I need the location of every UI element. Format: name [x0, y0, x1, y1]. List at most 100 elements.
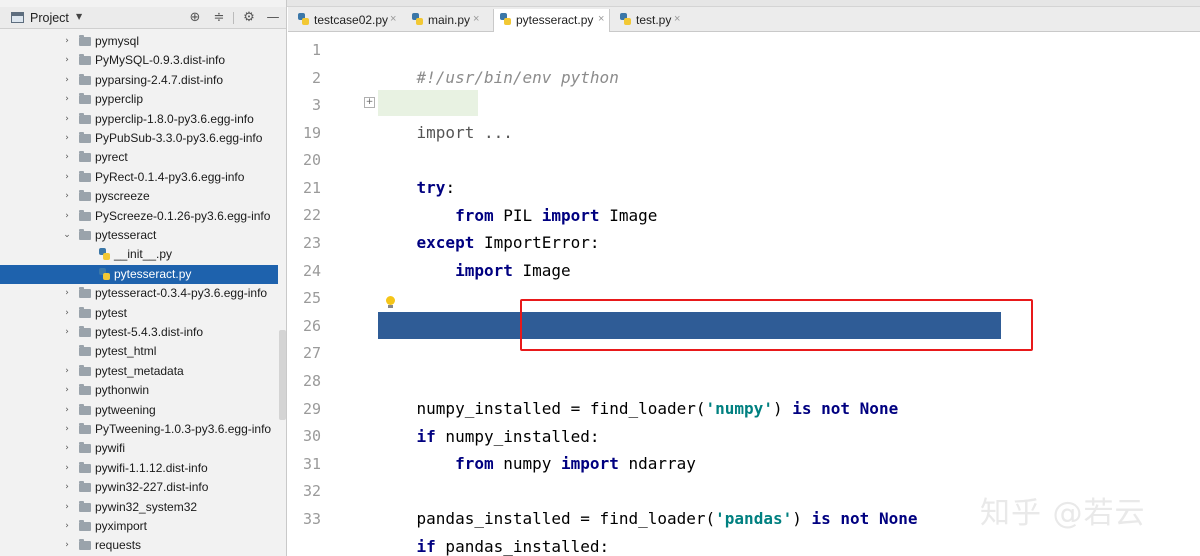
tree-item[interactable]: › pytest-5.4.3.dist-info	[0, 323, 286, 342]
code-line-3[interactable]: import ...	[378, 91, 513, 142]
tree-item-label: pyrect	[95, 150, 128, 164]
code-line-21[interactable]: from PIL import Image	[378, 174, 657, 225]
tree-item-label: pytesseract.py	[114, 267, 192, 281]
chevron-right-icon[interactable]: ›	[62, 75, 72, 85]
tab-test[interactable]: test.py ×	[614, 9, 688, 31]
tree-item[interactable]: › PyRect-0.1.4-py3.6.egg-info	[0, 168, 286, 187]
code-line-20[interactable]: try:	[378, 146, 456, 197]
chevron-right-icon[interactable]: ›	[62, 482, 72, 492]
chevron-right-icon[interactable]: ›	[62, 443, 72, 453]
tree-item[interactable]: __init__.py	[0, 245, 286, 264]
minimize-icon[interactable]: —	[265, 10, 281, 26]
chevron-right-icon[interactable]: ›	[62, 366, 72, 376]
tab-main[interactable]: main.py ×	[406, 9, 486, 31]
code-line-28[interactable]: numpy_installed = find_loader('numpy') i…	[378, 367, 899, 418]
folder-icon	[79, 423, 91, 434]
tree-item[interactable]: › pytesseract-0.3.4-py3.6.egg-info	[0, 284, 286, 303]
code-line-32[interactable]: pandas_installed = find_loader('pandas')…	[378, 477, 918, 528]
chevron-right-icon[interactable]: ›	[62, 55, 72, 65]
code-line-23[interactable]: import Image	[378, 229, 571, 280]
tree-item[interactable]: › pywin32_system32	[0, 498, 286, 517]
tree-item[interactable]: › pytweening	[0, 401, 286, 420]
tree-item[interactable]: › pyscreeze	[0, 187, 286, 206]
tree-scrollbar-thumb[interactable]	[279, 330, 286, 420]
gear-icon[interactable]: ⚙	[241, 10, 257, 26]
tree-item[interactable]: › pytest_metadata	[0, 362, 286, 381]
tree-item[interactable]: › pyperclip-1.8.0-py3.6.egg-info	[0, 110, 286, 129]
code-editor[interactable]: + 1 2 3 19 20 21 22 23 24 25 26 27 28 29…	[288, 33, 1200, 556]
chevron-right-icon[interactable]: ›	[62, 463, 72, 473]
chevron-right-icon[interactable]: ›	[62, 133, 72, 143]
code-line-29[interactable]: if numpy_installed:	[378, 395, 600, 446]
chevron-right-icon[interactable]: ›	[62, 94, 72, 104]
tab-pytesseract[interactable]: pytesseract.py ×	[493, 9, 610, 32]
close-icon[interactable]: ×	[674, 13, 680, 25]
chevron-right-icon[interactable]: ›	[62, 152, 72, 162]
tree-item-label: pytest_metadata	[95, 364, 184, 378]
project-panel: Project ▼ ⊕ ≑ ⚙ — › pymysql › PyMySQL-0.9.3…	[0, 0, 287, 556]
tree-item[interactable]: › pyperclip	[0, 90, 286, 109]
folder-icon	[79, 539, 91, 550]
tree-item[interactable]: › pythonwin	[0, 381, 286, 400]
fold-expand-icon[interactable]: +	[364, 97, 375, 108]
chevron-right-icon[interactable]: ›	[62, 521, 72, 531]
close-icon[interactable]: ×	[473, 13, 479, 25]
chevron-down-icon[interactable]: ⌄	[62, 230, 72, 240]
chevron-right-icon[interactable]: ›	[62, 36, 72, 46]
close-icon[interactable]: ×	[598, 13, 604, 25]
tree-item[interactable]: › pywin32-227.dist-info	[0, 478, 286, 497]
tree-item[interactable]: › PyPubSub-3.3.0-py3.6.egg-info	[0, 129, 286, 148]
chevron-right-icon[interactable]: ›	[62, 385, 72, 395]
tab-testcase02[interactable]: testcase02.py ×	[292, 9, 402, 31]
project-window-icon	[11, 12, 24, 23]
collapse-all-icon[interactable]: ≑	[211, 10, 227, 26]
tree-item[interactable]: › PyTweening-1.0.3-py3.6.egg-info	[0, 420, 286, 439]
code-line-22[interactable]: except ImportError:	[378, 201, 600, 252]
code-token: is	[792, 399, 812, 418]
tree-item[interactable]: ⌄ pytesseract	[0, 226, 286, 245]
tree-item[interactable]: › pytest	[0, 304, 286, 323]
tree-item[interactable]: › PyScreeze-0.1.26-py3.6.egg-info	[0, 207, 286, 226]
chevron-right-icon[interactable]: ›	[62, 288, 72, 298]
tree-item[interactable]: › PyMySQL-0.9.3.dist-info	[0, 51, 286, 70]
line-number: 1	[311, 41, 321, 59]
chevron-right-icon[interactable]: ›	[62, 540, 72, 550]
project-panel-title[interactable]: Project	[30, 11, 69, 25]
folder-icon	[79, 113, 91, 124]
chevron-right-icon[interactable]: ›	[62, 114, 72, 124]
close-icon[interactable]: ×	[390, 13, 396, 25]
code-line-30[interactable]: from numpy import ndarray	[378, 422, 696, 473]
tree-item-label: PyScreeze-0.1.26-py3.6.egg-info	[95, 209, 271, 223]
tree-item[interactable]: › pyparsing-2.4.7.dist-info	[0, 71, 286, 90]
chevron-right-icon[interactable]: ›	[62, 502, 72, 512]
folder-icon	[79, 501, 91, 512]
tree-item[interactable]: › pyrect	[0, 148, 286, 167]
line-number: 2	[311, 69, 321, 87]
folder-icon	[79, 54, 91, 65]
chevron-right-icon[interactable]: ›	[62, 191, 72, 201]
tree-item[interactable]: › requests	[0, 536, 286, 555]
tree-item[interactable]: › pyximport	[0, 517, 286, 536]
code-line-1[interactable]: #!/usr/bin/env python	[378, 36, 619, 87]
tree-item[interactable]: › pywifi-1.1.12.dist-info	[0, 459, 286, 478]
editor-tab-bar: testcase02.py × main.py × pytesseract.py…	[288, 7, 1200, 32]
line-number: 20	[302, 151, 321, 169]
code-token: ndarray	[618, 454, 696, 473]
code-line-33[interactable]: if pandas_installed:	[378, 505, 610, 556]
tree-item-label: pythonwin	[95, 383, 150, 397]
tree-item[interactable]: pytest_html	[0, 342, 286, 361]
tree-item[interactable]: › pywifi	[0, 439, 286, 458]
tree-item[interactable]: › pymysql	[0, 32, 286, 51]
chevron-right-icon[interactable]: ›	[62, 308, 72, 318]
tree-item[interactable]: pytesseract.py	[0, 265, 286, 284]
chevron-right-icon[interactable]: ›	[62, 172, 72, 182]
chevron-right-icon[interactable]: ›	[62, 424, 72, 434]
chevron-right-icon[interactable]: ›	[62, 211, 72, 221]
tree-scrollbar[interactable]	[278, 30, 286, 556]
chevron-right-icon[interactable]: ›	[62, 405, 72, 415]
chevron-down-icon[interactable]: ▼	[76, 12, 82, 21]
chevron-right-icon[interactable]: ›	[62, 327, 72, 337]
locate-target-icon[interactable]: ⊕	[187, 10, 203, 26]
